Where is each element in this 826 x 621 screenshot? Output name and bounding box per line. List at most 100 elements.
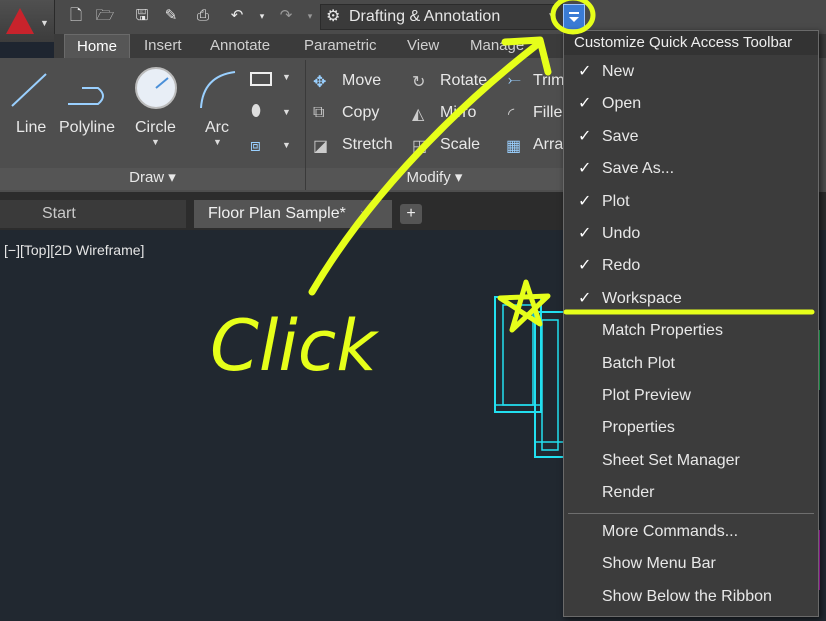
menu-item-more-commands[interactable]: More Commands... xyxy=(564,516,818,548)
new-tab-button[interactable]: + xyxy=(400,204,422,224)
chevron-down-icon[interactable]: ▼ xyxy=(282,140,291,150)
save-as-icon[interactable]: ✎ xyxy=(161,6,181,26)
tab-home[interactable]: Home xyxy=(64,34,131,59)
menu-item-label: Open xyxy=(602,95,642,113)
geometry-edge xyxy=(818,330,826,390)
trim-icon[interactable]: ⤚ xyxy=(508,72,521,90)
rotate-icon[interactable]: ↻ xyxy=(412,72,425,92)
menu-item-show-menu-bar[interactable]: Show Menu Bar xyxy=(564,548,818,580)
menu-item-label: Redo xyxy=(602,257,641,275)
fillet-button[interactable]: Fille xyxy=(533,104,562,122)
array-button[interactable]: Arra xyxy=(533,136,563,154)
menu-item-undo[interactable]: ✓ Undo xyxy=(564,218,818,250)
menu-item-match-properties[interactable]: Match Properties xyxy=(564,315,818,347)
copy-icon[interactable]: ⧉ xyxy=(313,104,324,122)
checkmark-icon: ✓ xyxy=(578,192,592,210)
menu-item-sheet-set-manager[interactable]: Sheet Set Manager xyxy=(564,445,818,477)
rectangle-icon[interactable] xyxy=(250,72,272,86)
circle-icon[interactable] xyxy=(132,64,180,112)
boundary-icon[interactable]: ⧈ xyxy=(250,136,261,156)
menu-item-label: Show Menu Bar xyxy=(602,555,716,573)
modify-panel-label[interactable]: Modify ▾ xyxy=(306,168,563,190)
menu-item-plot-preview[interactable]: Plot Preview xyxy=(564,380,818,412)
save-icon[interactable]: 🖫 xyxy=(132,6,152,26)
menu-item-redo[interactable]: ✓ Redo xyxy=(564,250,818,282)
circle-button[interactable]: Circle xyxy=(135,119,176,137)
rotate-button[interactable]: Rotate xyxy=(440,72,487,90)
tab-manage[interactable]: Manage xyxy=(470,34,524,58)
menu-item-workspace[interactable]: ✓ Workspace xyxy=(564,283,818,315)
redo-icon[interactable]: ↷ xyxy=(276,6,296,26)
line-icon[interactable] xyxy=(8,68,52,112)
plot-icon[interactable]: ⎙ xyxy=(193,6,213,26)
mirror-button[interactable]: Mirro xyxy=(440,104,476,122)
redo-dropdown-icon[interactable]: ▾ xyxy=(300,6,320,26)
menu-item-open[interactable]: ✓ Open xyxy=(564,88,818,120)
trim-button[interactable]: Trim xyxy=(533,72,564,90)
polyline-icon[interactable] xyxy=(64,68,114,112)
array-icon[interactable]: ▦ xyxy=(506,136,521,156)
close-icon[interactable]: × xyxy=(360,200,368,228)
move-icon[interactable]: ✥ xyxy=(313,72,326,92)
menu-item-batch-plot[interactable]: Batch Plot xyxy=(564,348,818,380)
menu-item-plot[interactable]: ✓ Plot xyxy=(564,186,818,218)
arc-icon[interactable] xyxy=(195,68,239,112)
new-icon[interactable]: 🗋 xyxy=(66,6,86,26)
menu-item-label: Plot Preview xyxy=(602,387,691,404)
menu-item-label: Sheet Set Manager xyxy=(602,451,740,469)
chevron-down-icon: ▼ xyxy=(547,11,557,22)
workspace-label: Drafting & Annotation xyxy=(349,8,501,25)
menu-item-save-as[interactable]: ✓ Save As... xyxy=(564,153,818,185)
tab-floor-plan-label: Floor Plan Sample* xyxy=(208,205,346,222)
menu-item-save[interactable]: ✓ Save xyxy=(564,121,818,153)
workspace-selector[interactable]: ⚙ Drafting & Annotation ▼ xyxy=(320,4,567,30)
move-button[interactable]: Move xyxy=(342,72,381,90)
stretch-icon[interactable]: ◪ xyxy=(313,136,328,156)
chevron-down-icon[interactable]: ▼ xyxy=(151,137,160,147)
mirror-icon[interactable]: ◭ xyxy=(412,104,424,124)
tab-annotate[interactable]: Annotate xyxy=(210,34,270,58)
line-button[interactable]: Line xyxy=(16,119,46,137)
menu-item-label: Properties xyxy=(602,419,675,437)
menu-bar-icon xyxy=(569,12,579,14)
gear-icon: ⚙ xyxy=(326,8,341,25)
fillet-icon[interactable]: ◜ xyxy=(508,104,514,124)
draw-panel-label[interactable]: Draw ▾ xyxy=(0,168,305,190)
customize-qat-button[interactable] xyxy=(563,4,585,30)
chevron-down-icon[interactable]: ▼ xyxy=(282,107,291,117)
scale-icon[interactable]: ◰ xyxy=(412,136,427,156)
copy-button[interactable]: Copy xyxy=(342,104,379,122)
floor-plan-geometry xyxy=(494,296,566,458)
menu-item-new[interactable]: ✓ New xyxy=(564,56,818,88)
tab-start[interactable]: Start xyxy=(0,200,186,228)
viewport-controls[interactable]: [−][Top][2D Wireframe] xyxy=(4,242,144,258)
checkmark-icon: ✓ xyxy=(578,257,592,275)
menu-item-render[interactable]: Render xyxy=(564,477,818,509)
application-menu-button[interactable]: ▼ xyxy=(0,0,55,42)
open-icon[interactable]: 🗁 xyxy=(95,6,115,26)
menu-item-label: More Commands... xyxy=(602,523,739,540)
polyline-button[interactable]: Polyline xyxy=(59,119,115,137)
tab-floor-plan[interactable]: Floor Plan Sample* × xyxy=(194,200,392,228)
menu-item-label: Save xyxy=(602,127,639,145)
autocad-logo-icon xyxy=(6,8,34,34)
hatch-icon[interactable]: ⬮ xyxy=(251,103,261,121)
customize-qat-menu: Customize Quick Access Toolbar ✓ New ✓ Open… xyxy=(563,30,819,617)
chevron-down-icon[interactable]: ▼ xyxy=(213,137,222,147)
menu-item-properties[interactable]: Properties xyxy=(564,412,818,444)
chevron-down-icon[interactable]: ▼ xyxy=(282,72,291,82)
checkmark-icon: ✓ xyxy=(578,63,592,80)
menu-item-label: Undo xyxy=(602,225,641,242)
undo-icon[interactable]: ↶ xyxy=(227,6,247,26)
tab-insert[interactable]: Insert xyxy=(144,34,182,58)
stretch-button[interactable]: Stretch xyxy=(342,136,393,154)
arc-button[interactable]: Arc xyxy=(205,119,229,137)
tab-view[interactable]: View xyxy=(407,34,439,58)
menu-item-show-below-the-ribbon[interactable]: Show Below the Ribbon xyxy=(564,581,818,613)
undo-dropdown-icon[interactable]: ▾ xyxy=(252,6,272,26)
checkmark-icon: ✓ xyxy=(578,95,592,113)
menu-item-label: New xyxy=(602,63,635,80)
scale-button[interactable]: Scale xyxy=(440,136,480,154)
menu-item-label: Batch Plot xyxy=(602,354,675,372)
tab-parametric[interactable]: Parametric xyxy=(304,34,377,58)
